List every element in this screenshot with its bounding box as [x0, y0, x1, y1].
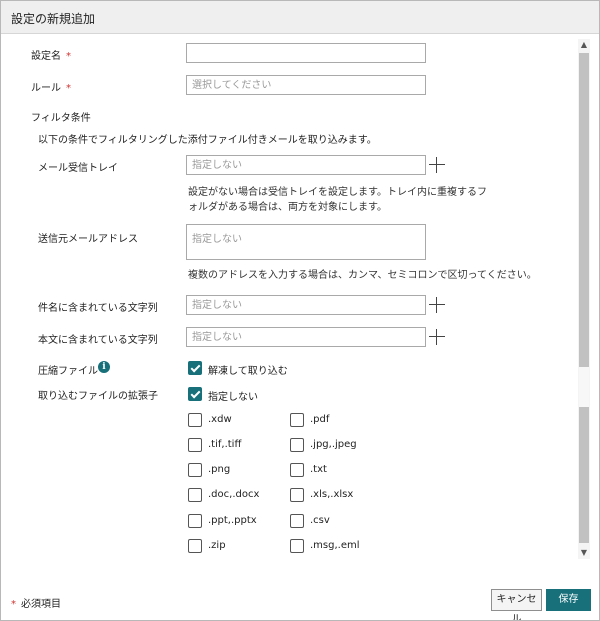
- filter-description: 以下の条件でフィルタリングした添付ファイル付きメールを取り込みます。: [38, 135, 377, 146]
- settings-dialog: 設定の新規追加 設定名* ルール* フィルタ条件 以下の条件でフィルタリングした…: [0, 0, 600, 621]
- extension-checkbox[interactable]: [188, 463, 202, 477]
- extension-checkbox[interactable]: [188, 488, 202, 502]
- subject-label: 件名に含まれている文字列: [38, 303, 158, 314]
- extension-label: .pdf: [310, 414, 330, 425]
- extension-checkbox[interactable]: [188, 514, 202, 528]
- scroll-down-icon[interactable]: ▼: [580, 547, 588, 559]
- mail-tray-help-line1: 設定がない場合は受信トレイを設定します。トレイ内に重複するフ: [188, 187, 487, 198]
- extension-label: .xdw: [208, 414, 232, 425]
- rule-select[interactable]: [186, 75, 426, 95]
- add-mail-tray-icon[interactable]: [429, 157, 445, 173]
- extension-label: .xls,.xlsx: [310, 489, 354, 500]
- scrollbar-track[interactable]: [579, 53, 589, 543]
- extension-unspecified-label: 指定しない: [208, 392, 258, 403]
- extension-label: .doc,.docx: [208, 489, 260, 500]
- rule-label: ルール *: [31, 83, 71, 94]
- required-mark: *: [66, 83, 71, 94]
- extension-label: .jpg,.jpeg: [310, 439, 357, 450]
- vertical-scrollbar[interactable]: ▲ ▼: [578, 39, 590, 559]
- extension-label: .ppt,.pptx: [208, 515, 257, 526]
- mail-tray-help-line2: ォルダがある場合は、両方を対象にします。: [188, 202, 387, 213]
- extension-checkbox[interactable]: [188, 413, 202, 427]
- subject-input[interactable]: [186, 295, 426, 315]
- save-button[interactable]: 保存: [546, 589, 591, 611]
- required-mark: *: [11, 599, 16, 610]
- compressed-file-label: 圧縮ファイル: [38, 366, 98, 377]
- mail-tray-input[interactable]: [186, 155, 426, 175]
- extension-label: .csv: [310, 515, 330, 526]
- body-label: 本文に含まれている文字列: [38, 335, 158, 346]
- extension-label: .png: [208, 464, 231, 475]
- setting-name-label: 設定名 *: [31, 51, 71, 62]
- extensions-label: 取り込むファイルの拡張子: [38, 391, 158, 402]
- scroll-up-icon[interactable]: ▲: [580, 39, 588, 51]
- required-mark: *: [66, 51, 71, 62]
- extension-label: .txt: [310, 464, 327, 475]
- required-field-note: * 必須項目: [11, 599, 61, 610]
- add-body-icon[interactable]: [429, 329, 445, 345]
- info-icon[interactable]: i: [98, 361, 110, 373]
- decompress-checkbox[interactable]: [188, 361, 202, 375]
- scrollbar-thumb[interactable]: [579, 367, 589, 407]
- extension-unspecified-checkbox[interactable]: [188, 387, 202, 401]
- extension-checkbox[interactable]: [290, 488, 304, 502]
- setting-name-input[interactable]: [186, 43, 426, 63]
- extension-checkbox[interactable]: [188, 539, 202, 553]
- add-subject-icon[interactable]: [429, 297, 445, 313]
- extension-checkbox[interactable]: [290, 514, 304, 528]
- mail-tray-label: メール受信トレイ: [38, 163, 118, 174]
- decompress-option-label: 解凍して取り込む: [208, 366, 288, 377]
- extension-checkbox[interactable]: [290, 438, 304, 452]
- extension-label: .msg,.eml: [310, 540, 360, 551]
- dialog-title: 設定の新規追加: [11, 12, 96, 26]
- extension-checkbox[interactable]: [188, 438, 202, 452]
- sender-help: 複数のアドレスを入力する場合は、カンマ、セミコロンで区切ってください。: [188, 270, 537, 281]
- extension-checkbox[interactable]: [290, 413, 304, 427]
- sender-address-textarea[interactable]: [186, 224, 426, 260]
- extension-label: .zip: [208, 540, 226, 551]
- cancel-button[interactable]: キャンセル: [491, 589, 542, 620]
- extension-label: .tif,.tiff: [208, 439, 242, 450]
- sender-label: 送信元メールアドレス: [38, 234, 138, 245]
- extension-checkbox[interactable]: [290, 463, 304, 477]
- filter-section-title: フィルタ条件: [31, 113, 91, 124]
- body-input[interactable]: [186, 327, 426, 347]
- dialog-header: 設定の新規追加: [1, 1, 599, 34]
- extension-checkbox[interactable]: [290, 539, 304, 553]
